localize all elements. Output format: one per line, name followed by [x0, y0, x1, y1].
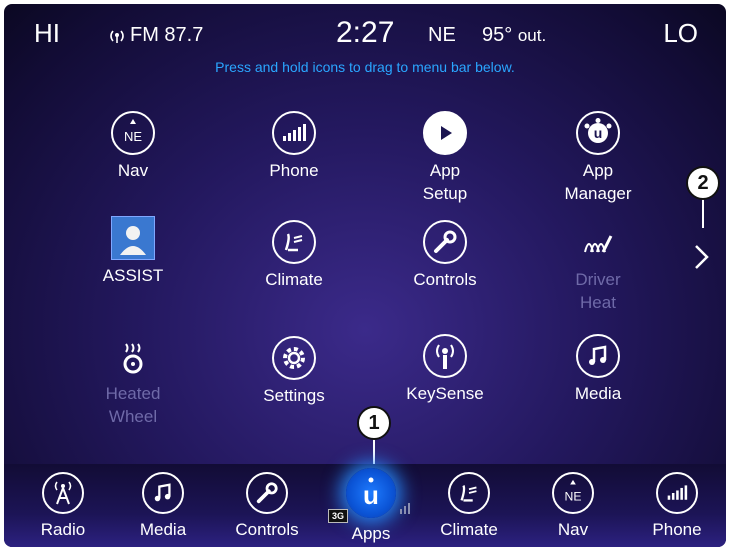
- app-label: App Manager: [564, 161, 632, 203]
- uconnect-screen: HI FM 87.7 2:27 NE 95° out. LO Press and…: [4, 4, 726, 547]
- app-manager-letter: u: [594, 125, 603, 141]
- radio-status[interactable]: FM 87.7: [108, 24, 203, 47]
- keysense-icon: [423, 334, 467, 378]
- nav-compass-icon: NE: [111, 111, 155, 155]
- dock-label: Phone: [652, 520, 702, 539]
- dock-controls[interactable]: Controls: [222, 472, 312, 540]
- wrench-icon: [423, 220, 467, 264]
- app-settings[interactable]: Settings: [229, 336, 359, 407]
- status-bar: HI FM 87.7 2:27 NE 95° out. LO: [4, 4, 726, 60]
- callout-2: 2: [686, 166, 720, 200]
- heated-wheel-icon: [111, 338, 155, 378]
- app-app-manager[interactable]: u App Manager: [533, 111, 663, 205]
- nav-compass-letters: NE: [124, 129, 142, 144]
- menu-bar: Radio Media Controls u Apps Climate NE N…: [4, 464, 726, 547]
- uconnect-apps-icon: u: [346, 468, 396, 518]
- dock-label: Media: [139, 520, 187, 539]
- radio-signal-icon: [110, 30, 124, 43]
- drag-hint: Press and hold icons to drag to menu bar…: [215, 59, 515, 75]
- app-controls[interactable]: Controls: [380, 220, 510, 291]
- outside-temp-suffix: out.: [517, 26, 547, 45]
- dock-phone[interactable]: Phone: [632, 472, 722, 540]
- music-note-icon: [576, 334, 620, 378]
- network-3g-badge: 3G: [328, 509, 349, 523]
- app-app-setup[interactable]: App Setup: [380, 111, 510, 205]
- app-nav[interactable]: NE Nav: [68, 111, 198, 182]
- outside-temp-value: 95°: [482, 24, 513, 46]
- app-setup-icon: [423, 111, 467, 155]
- dock-climate[interactable]: Climate: [424, 472, 514, 540]
- music-note-icon: [142, 472, 184, 514]
- app-label: Settings: [263, 386, 325, 405]
- dock-label: Controls: [235, 520, 299, 539]
- dock-label: Radio: [40, 520, 86, 539]
- signal-strength-icon: [400, 503, 410, 514]
- app-label: Nav: [117, 161, 149, 180]
- compass-direction: NE: [428, 24, 456, 46]
- app-assist[interactable]: ASSIST: [68, 216, 198, 287]
- next-page-chevron-icon[interactable]: [692, 242, 712, 277]
- climate-icon: [448, 472, 490, 514]
- callout-2-pointer: [702, 198, 704, 228]
- seat-heat-icon: [576, 224, 620, 264]
- phone-signal-icon: [272, 111, 316, 155]
- dock-label: Climate: [440, 520, 498, 539]
- radio-tower-icon: [42, 472, 84, 514]
- app-manager-icon: u: [576, 111, 620, 155]
- app-label: App Setup: [422, 161, 468, 203]
- dock-label: Apps: [351, 524, 391, 543]
- app-label: Controls: [413, 270, 477, 289]
- app-phone[interactable]: Phone: [229, 111, 359, 182]
- assist-icon: [111, 216, 155, 260]
- app-climate[interactable]: Climate: [229, 220, 359, 291]
- outside-temperature: 95° out.: [482, 24, 546, 47]
- app-media[interactable]: Media: [533, 334, 663, 405]
- nav-compass-icon: NE: [552, 472, 594, 514]
- app-keysense[interactable]: KeySense: [380, 334, 510, 405]
- lo-climate-label[interactable]: LO: [663, 18, 698, 49]
- dock-label: Nav: [557, 520, 589, 539]
- app-label: Media: [574, 384, 622, 403]
- app-label: Climate: [265, 270, 323, 289]
- dock-media[interactable]: Media: [118, 472, 208, 540]
- hi-climate-label[interactable]: HI: [34, 18, 60, 49]
- clock-time: 2:27: [336, 16, 395, 49]
- app-label: ASSIST: [102, 266, 164, 285]
- dock-nav[interactable]: NE Nav: [528, 472, 618, 540]
- app-driver-heat[interactable]: Driver Heat: [533, 224, 663, 314]
- callout-1: 1: [357, 406, 391, 440]
- dock-radio[interactable]: Radio: [18, 472, 108, 540]
- radio-station: FM 87.7: [130, 24, 204, 46]
- app-label: Heated Wheel: [105, 384, 161, 426]
- dock-nav-compass-letters: NE: [565, 490, 582, 504]
- apps-icon-letter: u: [363, 480, 379, 510]
- gear-icon: [272, 336, 316, 380]
- wrench-icon: [246, 472, 288, 514]
- phone-signal-icon: [656, 472, 698, 514]
- app-heated-wheel[interactable]: Heated Wheel: [68, 338, 198, 428]
- app-label: Phone: [269, 161, 319, 180]
- climate-icon: [272, 220, 316, 264]
- app-label: KeySense: [406, 384, 484, 403]
- app-label: Driver Heat: [575, 270, 621, 312]
